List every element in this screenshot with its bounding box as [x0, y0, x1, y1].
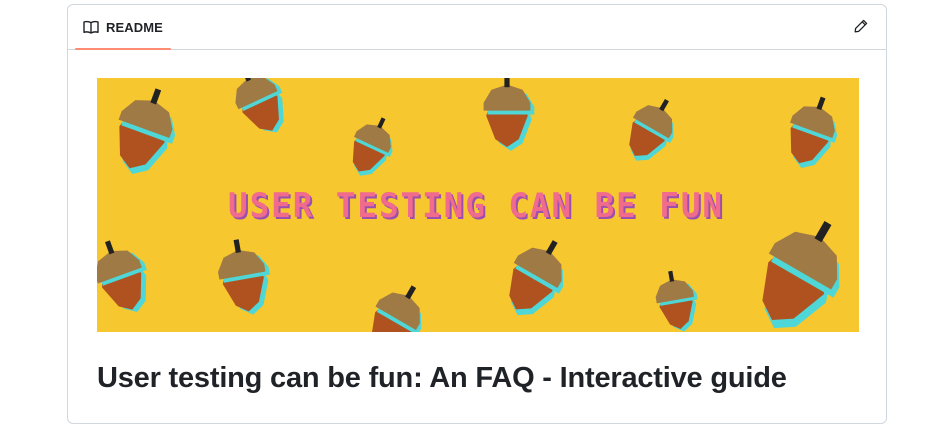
book-icon	[83, 20, 99, 34]
tab-readme[interactable]: README	[75, 5, 171, 50]
pencil-icon[interactable]	[854, 19, 868, 33]
tab-active-underline	[75, 48, 171, 50]
tab-readme-label: README	[106, 19, 163, 35]
readme-header: README	[68, 5, 886, 50]
page-title: User testing can be fun: An FAQ - Intera…	[97, 362, 787, 394]
readme-panel: README USER TESTING CAN BE FUN USER TEST…	[67, 4, 887, 424]
banner-title: USER TESTING CAN BE FUN	[228, 186, 724, 226]
readme-banner-image: USER TESTING CAN BE FUN USER TESTING CAN…	[97, 78, 859, 332]
